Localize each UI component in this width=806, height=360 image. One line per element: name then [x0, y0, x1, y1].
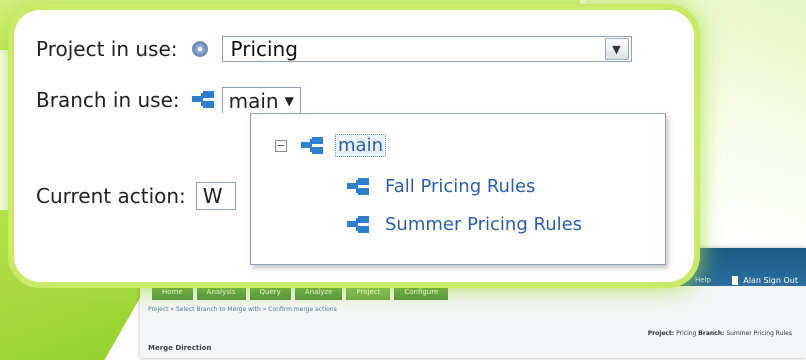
help-link[interactable]: Help: [695, 276, 711, 284]
user-menu[interactable]: Alan Sign Out: [731, 276, 799, 285]
tab-query[interactable]: Query: [249, 286, 291, 300]
action-select-value: W: [202, 184, 223, 208]
tab-project[interactable]: Project: [346, 286, 391, 300]
branch-icon: [347, 177, 369, 196]
action-select[interactable]: W: [195, 182, 236, 210]
user-name: Alan: [743, 276, 761, 285]
project-label: Project in use:: [36, 37, 178, 61]
tree-node-label: Fall Pricing Rules: [385, 176, 536, 197]
tree-node-label: main: [335, 134, 386, 157]
project-summary-value: Pricing: [676, 330, 697, 337]
tab-analysis[interactable]: Analysis: [196, 286, 246, 300]
branch-select[interactable]: main ▼: [221, 87, 301, 113]
branch-row: Branch in use: main ▼: [36, 87, 301, 113]
tree-node-summer-pricing-rules[interactable]: Summer Pricing Rules: [347, 214, 582, 235]
sign-out-link[interactable]: Sign Out: [764, 276, 799, 285]
caret-down-icon: ▼: [284, 93, 294, 108]
tab-analyze[interactable]: Analyze: [294, 286, 343, 300]
action-row: Current action: W: [36, 182, 236, 210]
gear-icon: [191, 41, 208, 57]
collapse-minus-icon[interactable]: −: [275, 139, 287, 152]
tab-home[interactable]: Home: [152, 286, 193, 300]
branch-label: Branch in use:: [36, 88, 180, 112]
tree-node-label: Summer Pricing Rules: [385, 214, 583, 235]
project-select[interactable]: Pricing ▼: [221, 36, 632, 62]
app-tabs: Home Analysis Query Analyze Project Conf…: [152, 286, 449, 300]
project-branch-summary: Project: Pricing Branch: Summer Pricing …: [648, 330, 792, 337]
tab-configure[interactable]: Configure: [394, 286, 449, 300]
tree-node-fall-pricing-rules[interactable]: Fall Pricing Rules: [347, 176, 535, 197]
tree-node-main[interactable]: − main: [275, 134, 386, 157]
branch-icon: [191, 91, 214, 109]
branch-dropdown-panel: − main Fall Pricing Rules Summer Pricing…: [250, 113, 666, 265]
action-label: Current action:: [36, 184, 186, 208]
project-select-value: Pricing: [230, 37, 298, 61]
branch-summary-value: Summer Pricing Rules: [726, 330, 792, 337]
project-row: Project in use: Pricing ▼: [36, 36, 632, 62]
branch-summary-label: Branch:: [698, 330, 725, 337]
project-summary-label: Project:: [647, 330, 675, 337]
breadcrumb[interactable]: Project » Select Branch to Merge with » …: [148, 306, 337, 313]
branch-select-value: main: [228, 88, 279, 113]
merge-direction-heading: Merge Direction: [148, 344, 212, 352]
branch-icon: [301, 136, 323, 155]
chevron-down-icon[interactable]: ▼: [604, 38, 629, 60]
branch-icon: [347, 215, 369, 234]
user-icon: [731, 276, 738, 285]
